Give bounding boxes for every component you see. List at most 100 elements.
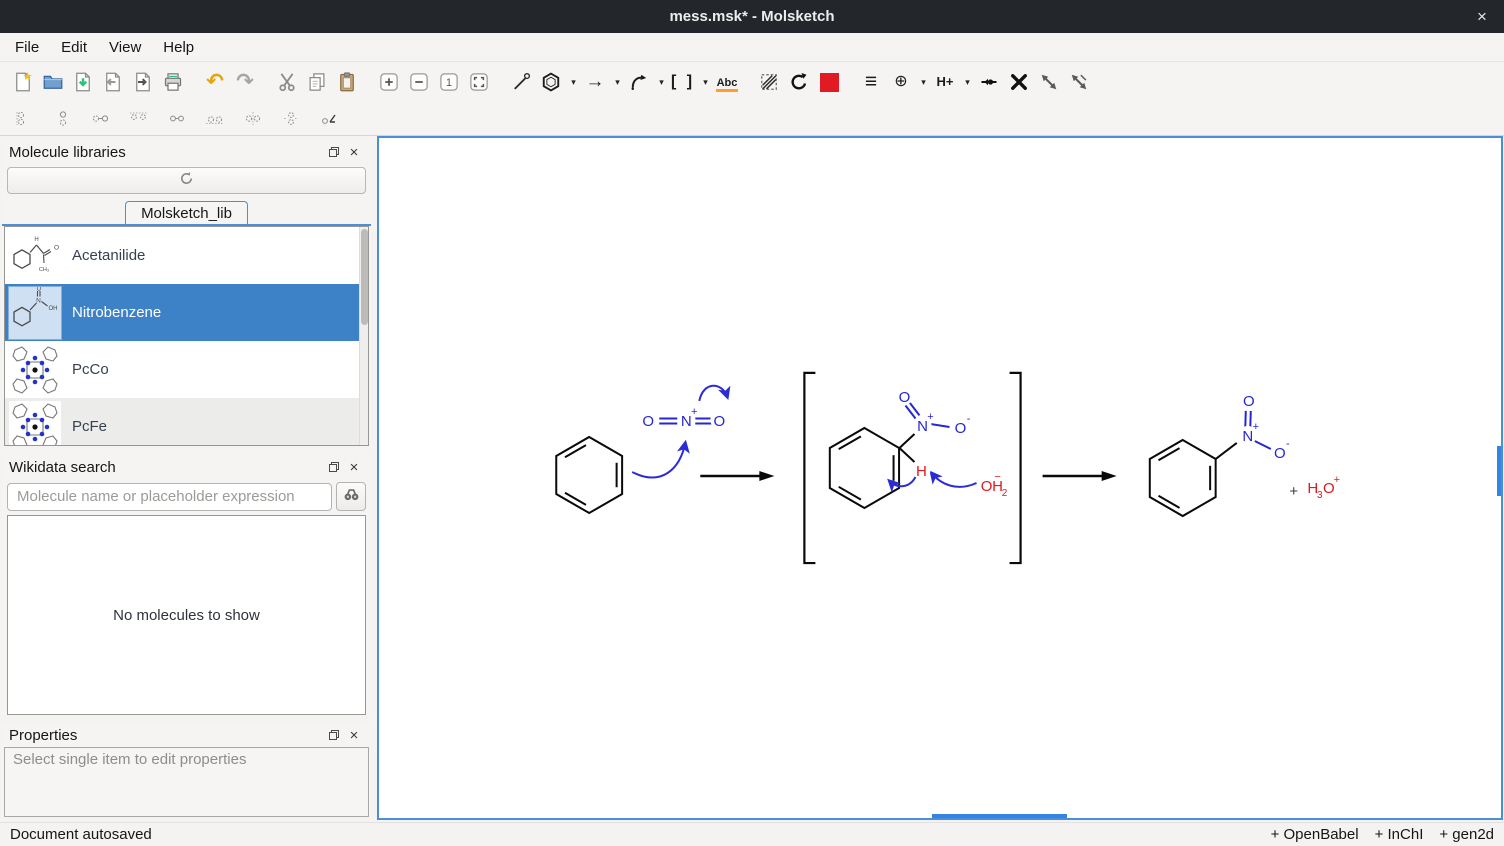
mechanism-arrow-tool-dropdown[interactable]: ▾ bbox=[655, 77, 668, 88]
nitronium-o-right[interactable]: O bbox=[710, 411, 728, 430]
transform-tool-2-button[interactable] bbox=[1064, 67, 1094, 97]
arrange-tool-8-button[interactable] bbox=[274, 106, 307, 132]
wikidata-float-button[interactable] bbox=[324, 458, 344, 476]
paste-button[interactable] bbox=[332, 67, 362, 97]
svg-text:OH: OH bbox=[49, 306, 58, 312]
wikidata-close-button[interactable]: × bbox=[344, 458, 364, 476]
transform-tool-1-button[interactable] bbox=[1034, 67, 1064, 97]
arenium-o-right[interactable]: O- bbox=[952, 413, 971, 437]
libraries-float-button[interactable] bbox=[324, 143, 344, 161]
arenium-ring[interactable] bbox=[830, 428, 899, 508]
charge-tool-dropdown[interactable]: ▾ bbox=[917, 77, 930, 88]
arrange-molecules-icon-3 bbox=[89, 110, 113, 127]
nitrobenzene-ring[interactable] bbox=[1150, 440, 1216, 516]
new-document-button[interactable]: ★ bbox=[8, 67, 38, 97]
reaction-arrow-tool-button[interactable]: → bbox=[580, 67, 610, 97]
library-item-label: PcFe bbox=[72, 418, 107, 435]
arrange-tool-1-button[interactable] bbox=[8, 106, 41, 132]
product-o-right[interactable]: O- bbox=[1271, 438, 1290, 462]
menu-view[interactable]: View bbox=[98, 36, 152, 59]
copy-button[interactable] bbox=[302, 67, 332, 97]
svg-text:N: N bbox=[917, 418, 928, 435]
arrange-tool-3-button[interactable] bbox=[84, 106, 117, 132]
vertical-scrollbar-thumb[interactable] bbox=[1497, 446, 1501, 496]
search-button[interactable] bbox=[336, 482, 366, 511]
library-item-nitrobenzene[interactable]: NOOHNitrobenzene bbox=[5, 284, 368, 341]
library-item-pcfe[interactable]: PcFe bbox=[5, 398, 368, 446]
properties-close-button[interactable]: × bbox=[344, 726, 364, 744]
electron-arrow-icon bbox=[979, 72, 999, 92]
arrange-tool-7-button[interactable] bbox=[236, 106, 269, 132]
ring-tool-dropdown[interactable]: ▾ bbox=[567, 77, 580, 88]
close-window-button[interactable]: × bbox=[1460, 0, 1504, 33]
ring-tool-button[interactable] bbox=[536, 67, 566, 97]
nitronium-n[interactable]: N+ bbox=[677, 406, 697, 430]
arrange-tool-2-button[interactable] bbox=[46, 106, 79, 132]
nitronium-pi-to-oxygen-arrow[interactable] bbox=[699, 386, 727, 401]
electron-pair-tool-button[interactable] bbox=[974, 67, 1004, 97]
nitronium-o-left[interactable]: O bbox=[639, 411, 657, 430]
reaction-arrow-tool-dropdown[interactable]: ▾ bbox=[611, 77, 624, 88]
undo-button[interactable]: ↶ bbox=[200, 67, 230, 97]
library-item-pcco[interactable]: PcCo bbox=[5, 341, 368, 398]
libraries-close-button[interactable]: × bbox=[344, 143, 364, 161]
charge-tool-button[interactable]: ⊕ bbox=[886, 67, 916, 97]
menu-edit[interactable]: Edit bbox=[50, 36, 98, 59]
zoom-in-button[interactable] bbox=[374, 67, 404, 97]
zoom-original-button[interactable]: 1 bbox=[434, 67, 464, 97]
save-file-button[interactable] bbox=[68, 67, 98, 97]
plus-sign[interactable]: + bbox=[1285, 481, 1303, 500]
toolbar-arrange bbox=[0, 102, 1504, 136]
properties-float-button[interactable] bbox=[324, 726, 344, 744]
arrange-tool-4-button[interactable] bbox=[122, 106, 155, 132]
base-to-proton-arrow[interactable] bbox=[931, 473, 976, 487]
import-file-button[interactable] bbox=[128, 67, 158, 97]
hydronium[interactable]: H3O+ bbox=[1307, 474, 1340, 501]
reaction-scheme[interactable]: ON+OON+O-HOH2−ON+O-+H3O+ bbox=[379, 138, 1501, 818]
benzene-reactant[interactable] bbox=[556, 437, 622, 513]
arrange-molecules-icon-7 bbox=[241, 110, 265, 127]
open-file-button[interactable] bbox=[38, 67, 68, 97]
svg-text:1: 1 bbox=[446, 77, 452, 89]
redo-button[interactable]: ↷ bbox=[230, 67, 260, 97]
hatch-pattern-tool-button[interactable] bbox=[754, 67, 784, 97]
hydrogen-tool-button[interactable]: H+ bbox=[930, 67, 960, 97]
arenium-h[interactable]: H bbox=[912, 461, 930, 480]
color-picker-button[interactable] bbox=[814, 67, 844, 97]
arrange-tool-5-button[interactable] bbox=[160, 106, 193, 132]
benzene-to-nitronium-arrow[interactable] bbox=[632, 443, 685, 477]
library-scrollbar[interactable] bbox=[359, 227, 368, 445]
intermediate-brackets[interactable] bbox=[804, 373, 1020, 563]
search-results-empty: No molecules to show bbox=[7, 515, 366, 715]
print-button[interactable] bbox=[158, 67, 188, 97]
line-width-tool-button[interactable]: ≡ bbox=[856, 67, 886, 97]
menu-help[interactable]: Help bbox=[152, 36, 205, 59]
bracket-tool-dropdown[interactable]: ▾ bbox=[699, 77, 712, 88]
reaction-arrow-2[interactable] bbox=[1043, 471, 1117, 481]
bracket-tool-button[interactable]: [ ] bbox=[668, 67, 698, 97]
export-file-button[interactable] bbox=[98, 67, 128, 97]
text-tool-button[interactable]: Abc bbox=[712, 67, 742, 97]
water-leaving-base[interactable]: OH2− bbox=[981, 471, 1008, 499]
zoom-out-button[interactable] bbox=[404, 67, 434, 97]
product-o-top[interactable]: O bbox=[1240, 391, 1258, 410]
zoom-fit-button[interactable] bbox=[464, 67, 494, 97]
horizontal-scrollbar-thumb[interactable] bbox=[932, 814, 1067, 818]
drawing-canvas[interactable]: ON+OON+O-HOH2−ON+O-+H3O+ bbox=[377, 136, 1503, 820]
cut-button[interactable] bbox=[272, 67, 302, 97]
library-item-label: Acetanilide bbox=[72, 247, 145, 264]
rotate-tool-button[interactable] bbox=[784, 67, 814, 97]
menu-file[interactable]: File bbox=[4, 36, 50, 59]
arrange-tool-6-button[interactable] bbox=[198, 106, 231, 132]
refresh-libraries-button[interactable] bbox=[7, 167, 366, 194]
mechanism-arrow-tool-button[interactable] bbox=[624, 67, 654, 97]
molecule-search-input[interactable] bbox=[7, 483, 332, 511]
reaction-arrow-1[interactable] bbox=[700, 471, 774, 481]
hydrogen-tool-dropdown[interactable]: ▾ bbox=[961, 77, 974, 88]
arenium-n[interactable]: N+ bbox=[913, 411, 933, 435]
arrange-tool-9-button[interactable] bbox=[312, 106, 345, 132]
draw-bond-tool-button[interactable] bbox=[506, 67, 536, 97]
library-item-acetanilide[interactable]: HOCH₃Acetanilide bbox=[5, 227, 368, 284]
tab-molsketch-lib[interactable]: Molsketch_lib bbox=[125, 201, 248, 224]
delete-tool-button[interactable] bbox=[1004, 67, 1034, 97]
